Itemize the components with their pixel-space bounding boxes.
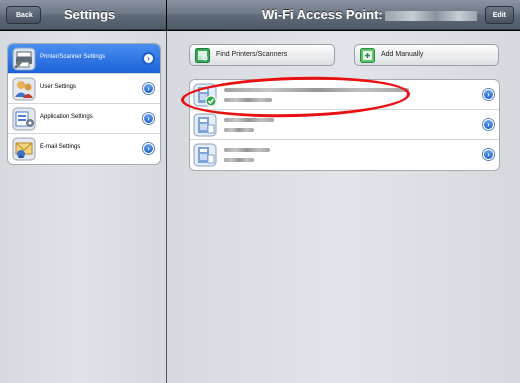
redacted-printer-address bbox=[224, 158, 254, 162]
find-printers-label: Find Printers/Scanners bbox=[216, 51, 288, 58]
settings-title: Settings bbox=[64, 7, 116, 22]
redacted-ssid bbox=[384, 10, 477, 21]
access-point-title: Wi-Fi Access Point: bbox=[262, 7, 477, 22]
chevron-right-icon[interactable]: › bbox=[483, 119, 494, 130]
menu-item-printer-scanner-settings[interactable]: Printer/Scanner Settings › bbox=[8, 44, 160, 74]
add-manually-icon bbox=[360, 48, 375, 63]
menu-item-label: Application Settings bbox=[40, 114, 93, 120]
add-manually-button[interactable]: Add Manually bbox=[354, 44, 499, 66]
settings-menu: Printer/Scanner Settings › User Settings… bbox=[7, 43, 161, 165]
printer-icon bbox=[193, 113, 217, 137]
access-point-title-text: Wi-Fi Access Point: bbox=[262, 7, 383, 22]
settings-sidebar: Printer/Scanner Settings › User Settings… bbox=[0, 31, 166, 383]
printer-list-item[interactable]: › bbox=[190, 140, 499, 170]
access-point-navbar: Wi-Fi Access Point: Edit bbox=[167, 0, 520, 30]
redacted-printer-name bbox=[224, 118, 274, 122]
settings-navbar: Back Settings bbox=[0, 0, 166, 30]
menu-item-label: E-mail Settings bbox=[40, 144, 81, 150]
chevron-right-icon[interactable]: › bbox=[483, 149, 494, 160]
edit-button[interactable]: Edit bbox=[484, 6, 514, 24]
chevron-right-icon[interactable]: › bbox=[143, 53, 154, 64]
menu-item-label: Printer/Scanner Settings bbox=[40, 54, 106, 60]
chevron-right-icon[interactable]: › bbox=[143, 113, 154, 124]
find-printers-scanners-button[interactable]: Find Printers/Scanners bbox=[189, 44, 335, 66]
add-manually-label: Add Manually bbox=[381, 51, 424, 58]
back-button[interactable]: Back bbox=[6, 6, 41, 24]
email-icon bbox=[12, 137, 36, 161]
menu-item-application-settings[interactable]: Application Settings › bbox=[8, 104, 160, 134]
application-icon bbox=[12, 107, 36, 131]
user-icon bbox=[12, 77, 36, 101]
chevron-right-icon[interactable]: › bbox=[483, 89, 494, 100]
printer-list-pane: Find Printers/Scanners Add Manually › › … bbox=[167, 31, 520, 383]
chevron-right-icon[interactable]: › bbox=[143, 143, 154, 154]
chevron-right-icon[interactable]: › bbox=[143, 83, 154, 94]
printer-icon bbox=[193, 143, 217, 167]
redacted-printer-address bbox=[224, 128, 254, 132]
menu-item-user-settings[interactable]: User Settings › bbox=[8, 74, 160, 104]
redacted-printer-name bbox=[224, 148, 270, 152]
menu-item-email-settings[interactable]: E-mail Settings › bbox=[8, 134, 160, 164]
printer-scanner-icon bbox=[12, 47, 36, 71]
menu-item-label: User Settings bbox=[40, 84, 77, 90]
search-printer-icon bbox=[195, 48, 210, 63]
